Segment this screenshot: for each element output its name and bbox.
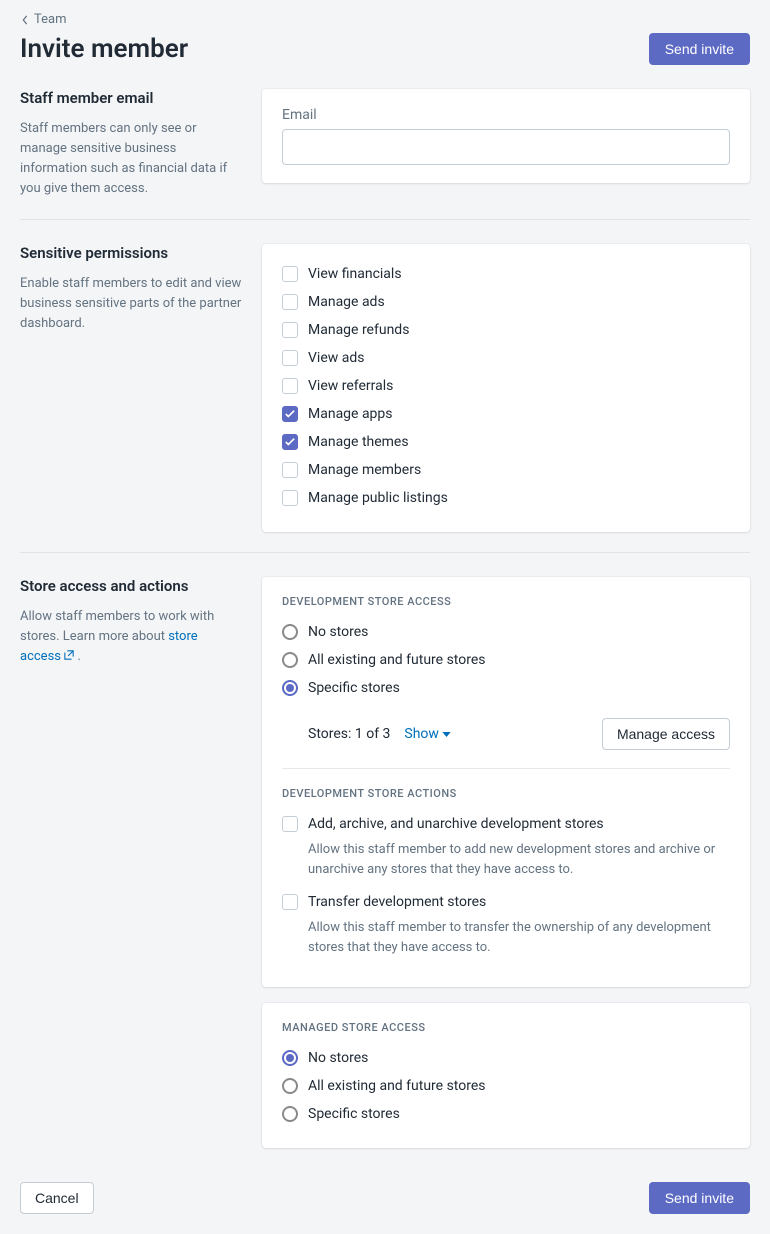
managed-access-option-1-label: All existing and future stores bbox=[308, 1078, 486, 1094]
dev-action-1-desc: Allow this staff member to transfer the … bbox=[282, 918, 730, 958]
dev-access-option-2-label: Specific stores bbox=[308, 680, 400, 696]
breadcrumb-label: Team bbox=[34, 12, 67, 27]
permission-8-label: Manage public listings bbox=[308, 490, 448, 506]
permission-5-checkbox[interactable] bbox=[282, 406, 298, 422]
dev-access-option-0-row[interactable]: No stores bbox=[282, 620, 730, 644]
dev-access-option-0-radio[interactable] bbox=[282, 624, 298, 640]
dev-action-0-desc: Allow this staff member to add new devel… bbox=[282, 840, 730, 880]
send-invite-bottom-button[interactable]: Send invite bbox=[649, 1182, 750, 1214]
section-title-permissions: Sensitive permissions bbox=[20, 244, 242, 262]
permission-5-label: Manage apps bbox=[308, 406, 393, 422]
card-heading-managed-access: Managed store access bbox=[282, 1021, 730, 1034]
section-desc-store: Allow staff members to work with stores.… bbox=[20, 607, 242, 667]
card-heading-dev-actions: Development store actions bbox=[282, 787, 730, 800]
email-field[interactable] bbox=[282, 129, 730, 165]
external-link-icon bbox=[64, 650, 74, 660]
permission-4-label: View referrals bbox=[308, 378, 393, 394]
dev-access-option-0-label: No stores bbox=[308, 624, 368, 640]
section-desc-permissions: Enable staff members to edit and view bu… bbox=[20, 274, 242, 334]
permission-1-row[interactable]: Manage ads bbox=[282, 290, 730, 314]
chevron-left-icon bbox=[20, 15, 30, 25]
breadcrumb-back[interactable]: Team bbox=[20, 12, 67, 27]
dev-access-option-2-radio[interactable] bbox=[282, 680, 298, 696]
permission-8-row[interactable]: Manage public listings bbox=[282, 486, 730, 510]
dev-access-option-2-row[interactable]: Specific stores bbox=[282, 676, 730, 700]
permission-3-label: View ads bbox=[308, 350, 364, 366]
send-invite-button[interactable]: Send invite bbox=[649, 33, 750, 65]
permission-6-row[interactable]: Manage themes bbox=[282, 430, 730, 454]
permission-2-checkbox[interactable] bbox=[282, 322, 298, 338]
managed-access-option-0-label: No stores bbox=[308, 1050, 368, 1066]
dev-access-option-1-radio[interactable] bbox=[282, 652, 298, 668]
manage-access-button[interactable]: Manage access bbox=[602, 718, 730, 750]
permission-4-checkbox[interactable] bbox=[282, 378, 298, 394]
managed-access-option-1-row[interactable]: All existing and future stores bbox=[282, 1074, 730, 1098]
permission-7-row[interactable]: Manage members bbox=[282, 458, 730, 482]
stores-count: Stores: 1 of 3 bbox=[308, 726, 390, 742]
dev-action-1-row[interactable]: Transfer development stores bbox=[282, 890, 730, 914]
permission-5-row[interactable]: Manage apps bbox=[282, 402, 730, 426]
managed-access-option-1-radio[interactable] bbox=[282, 1078, 298, 1094]
dev-action-1-checkbox[interactable] bbox=[282, 894, 298, 910]
managed-access-option-0-radio[interactable] bbox=[282, 1050, 298, 1066]
managed-access-option-2-radio[interactable] bbox=[282, 1106, 298, 1122]
dev-action-0-row[interactable]: Add, archive, and unarchive development … bbox=[282, 812, 730, 836]
managed-access-option-0-row[interactable]: No stores bbox=[282, 1046, 730, 1070]
permission-0-label: View financials bbox=[308, 266, 402, 282]
section-desc-email: Staff members can only see or manage sen… bbox=[20, 119, 242, 200]
permission-7-label: Manage members bbox=[308, 462, 421, 478]
dev-access-option-1-label: All existing and future stores bbox=[308, 652, 486, 668]
permission-6-checkbox[interactable] bbox=[282, 434, 298, 450]
page-title: Invite member bbox=[20, 34, 188, 64]
dev-action-0-label: Add, archive, and unarchive development … bbox=[308, 816, 604, 832]
permission-3-checkbox[interactable] bbox=[282, 350, 298, 366]
caret-down-icon bbox=[442, 732, 451, 737]
permission-7-checkbox[interactable] bbox=[282, 462, 298, 478]
permission-2-label: Manage refunds bbox=[308, 322, 409, 338]
managed-access-option-2-row[interactable]: Specific stores bbox=[282, 1102, 730, 1126]
permission-0-checkbox[interactable] bbox=[282, 266, 298, 282]
dev-action-0-checkbox[interactable] bbox=[282, 816, 298, 832]
permission-6-label: Manage themes bbox=[308, 434, 409, 450]
card-heading-dev-access: Development store access bbox=[282, 595, 730, 608]
dev-action-1-label: Transfer development stores bbox=[308, 894, 486, 910]
permission-1-checkbox[interactable] bbox=[282, 294, 298, 310]
show-stores-toggle[interactable]: Show bbox=[404, 726, 451, 742]
cancel-button[interactable]: Cancel bbox=[20, 1182, 94, 1214]
permission-3-row[interactable]: View ads bbox=[282, 346, 730, 370]
permission-8-checkbox[interactable] bbox=[282, 490, 298, 506]
section-title-email: Staff member email bbox=[20, 89, 242, 107]
email-label: Email bbox=[282, 107, 730, 123]
section-title-store: Store access and actions bbox=[20, 577, 242, 595]
permission-4-row[interactable]: View referrals bbox=[282, 374, 730, 398]
dev-access-option-1-row[interactable]: All existing and future stores bbox=[282, 648, 730, 672]
permission-0-row[interactable]: View financials bbox=[282, 262, 730, 286]
permission-1-label: Manage ads bbox=[308, 294, 385, 310]
managed-access-option-2-label: Specific stores bbox=[308, 1106, 400, 1122]
permission-2-row[interactable]: Manage refunds bbox=[282, 318, 730, 342]
